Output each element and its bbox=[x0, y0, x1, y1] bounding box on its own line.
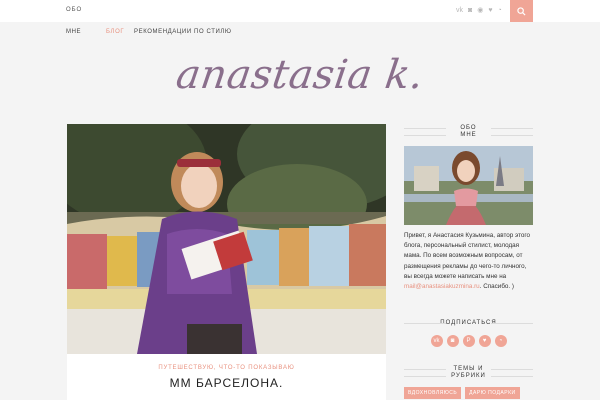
rss-icon[interactable]: ◔ bbox=[494, 335, 507, 347]
sidebar-social-icons: vk ◙ P ♥ ◔ bbox=[404, 335, 533, 347]
instagram-icon[interactable]: ◙ bbox=[446, 335, 459, 347]
post-card: ПУТЕШЕСТВУЮ, ЧТО-ТО ПОКАЗЫВАЮ ММ БАРСЕЛО… bbox=[67, 354, 386, 400]
about-thanks: . Спасибо. ) bbox=[479, 283, 515, 291]
top-about-link[interactable]: ОБО bbox=[66, 7, 82, 13]
about-widget-title-2: МНЕ bbox=[404, 131, 533, 139]
main-nav: МНЕ БЛОГ РЕКОМЕНДАЦИИ ПО СТИЛЮ bbox=[0, 22, 600, 42]
search-icon bbox=[517, 6, 526, 16]
subscribe-widget-title: ПОДПИСАТЬСЯ bbox=[404, 319, 533, 327]
post-title[interactable]: ММ БАРСЕЛОНА. bbox=[67, 376, 386, 390]
tag-inspiration[interactable]: ВДОХНОВЛЯЮСЬ bbox=[404, 387, 462, 399]
rss-icon[interactable]: ◔ bbox=[498, 6, 502, 15]
heart-icon[interactable]: ♥ bbox=[478, 335, 491, 347]
nav-item-about[interactable]: МНЕ bbox=[66, 29, 81, 35]
about-text: Привет, я Анастасия Кузьмина, автор этог… bbox=[404, 231, 533, 292]
topics-widget-title-2: РУБРИКИ bbox=[404, 372, 533, 380]
heart-icon[interactable]: ♥ bbox=[488, 6, 492, 15]
top-bar: ОБО vk ◙ ◉ ♥ ◔ bbox=[0, 0, 600, 22]
hero-illustration bbox=[67, 124, 386, 354]
search-button[interactable] bbox=[510, 0, 533, 22]
post-hero-image[interactable] bbox=[67, 124, 386, 354]
pinterest-icon[interactable]: P bbox=[462, 335, 475, 347]
instagram-icon[interactable]: ◙ bbox=[468, 6, 472, 15]
nav-item-style[interactable]: РЕКОМЕНДАЦИИ ПО СТИЛЮ bbox=[134, 29, 232, 35]
nav-item-blog[interactable]: БЛОГ bbox=[106, 29, 124, 35]
about-description: Привет, я Анастасия Кузьмина, автор этог… bbox=[404, 232, 531, 280]
about-photo bbox=[404, 146, 533, 225]
vk-icon[interactable]: vk bbox=[430, 335, 443, 347]
about-email-link[interactable]: mail@anastasiakuzmina.ru bbox=[404, 283, 480, 290]
tag-gifts[interactable]: ДАРЮ ПОДАРКИ bbox=[465, 387, 520, 399]
top-social-icons: vk ◙ ◉ ♥ ◔ bbox=[456, 6, 502, 15]
post-categories[interactable]: ПУТЕШЕСТВУЮ, ЧТО-ТО ПОКАЗЫВАЮ bbox=[67, 365, 386, 371]
pinterest-icon[interactable]: ◉ bbox=[477, 6, 483, 15]
topic-tags: ВДОХНОВЛЯЮСЬ ДАРЮ ПОДАРКИ bbox=[404, 387, 533, 399]
site-logo[interactable]: anastasia k. bbox=[0, 52, 600, 98]
vk-icon[interactable]: vk bbox=[456, 6, 463, 15]
